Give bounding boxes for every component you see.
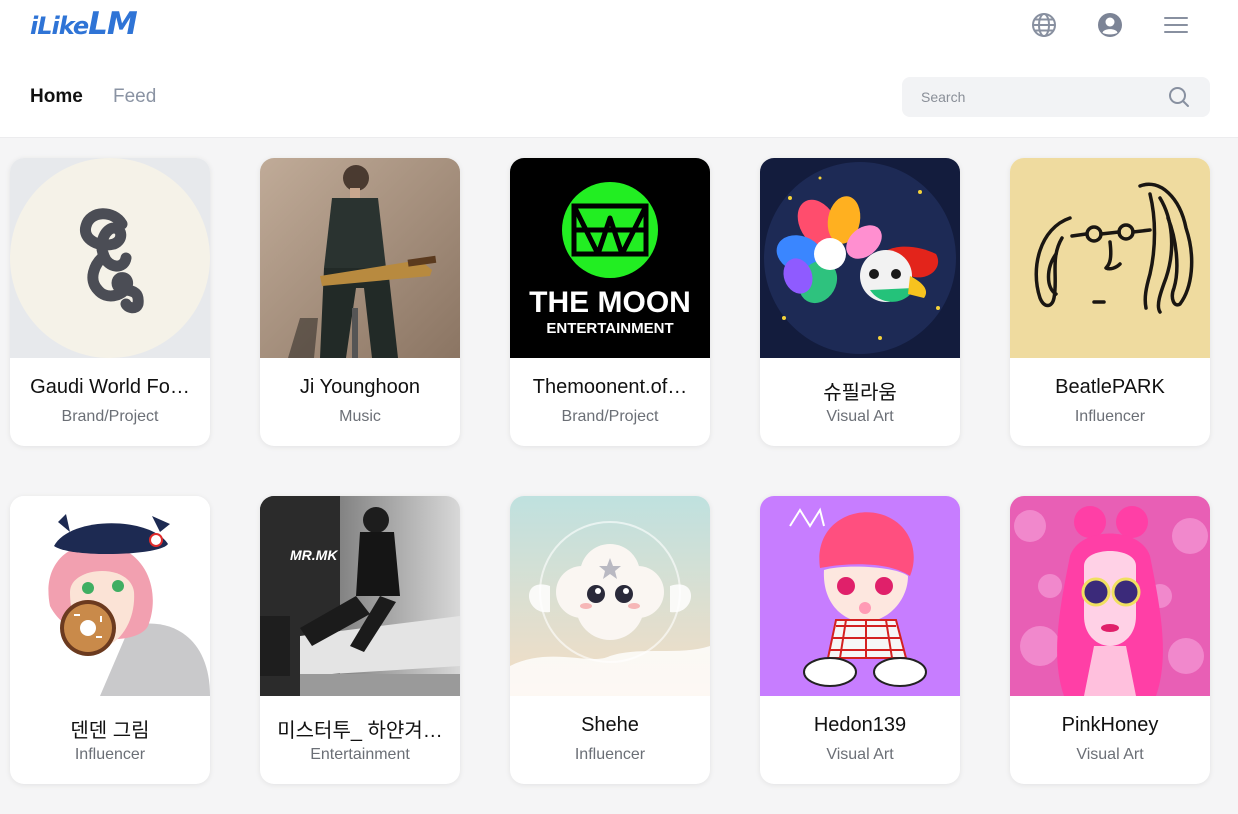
creator-card[interactable]: 슈필라움 Visual Art	[760, 158, 960, 446]
card-category: Brand/Project	[561, 408, 659, 425]
creator-card[interactable]: PinkHoney Visual Art	[1010, 496, 1210, 784]
ilikelm-logo[interactable]: iLikeLM	[30, 6, 138, 42]
card-name: 덴덴 그림	[70, 720, 150, 742]
menu-icon[interactable]	[1162, 11, 1190, 39]
globe-icon[interactable]	[1030, 11, 1058, 39]
gaudi-logo-image	[10, 158, 210, 358]
guitarist-photo	[260, 158, 460, 358]
svg-text:THE MOON: THE MOON	[529, 286, 691, 319]
creator-card[interactable]: Hedon139 Visual Art	[760, 496, 960, 784]
creator-card[interactable]: MR.MK 미스터투_ 하얀겨… Entertainment	[260, 496, 460, 784]
card-category: Visual Art	[1076, 746, 1144, 763]
creator-card[interactable]: THE MOON ENTERTAINMENT Themoonent.of… Br…	[510, 158, 710, 446]
search-icon[interactable]	[1168, 86, 1190, 108]
card-name: 미스터투_ 하얀겨…	[277, 720, 443, 742]
card-category: Influencer	[74, 746, 146, 763]
card-name: BeatlePARK	[1055, 376, 1165, 398]
card-category: Entertainment	[310, 746, 410, 763]
card-category: Influencer	[1074, 408, 1146, 425]
creator-card[interactable]: 덴덴 그림 Influencer	[10, 496, 210, 784]
creator-card[interactable]: Ji Younghoon Music	[260, 158, 460, 446]
svg-text:ENTERTAINMENT: ENTERTAINMENT	[546, 320, 673, 337]
pink-hair-girl-illustration	[1010, 496, 1210, 696]
rainbow-flower-illustration	[760, 158, 960, 358]
pink-hair-donut-illustration	[10, 496, 210, 696]
card-name: PinkHoney	[1061, 714, 1159, 736]
bw-man-phone-photo: MR.MK	[260, 496, 460, 696]
card-name: Themoonent.of…	[532, 376, 688, 398]
cute-cloud-character	[510, 496, 710, 696]
card-category: Influencer	[574, 746, 646, 763]
the-moon-logo-image: THE MOON ENTERTAINMENT	[510, 158, 710, 358]
card-category: Visual Art	[826, 746, 894, 763]
card-category: Visual Art	[826, 408, 894, 425]
creator-card[interactable]: Gaudi World Fo… Brand/Project	[10, 158, 210, 446]
card-name: 슈필라움	[823, 382, 897, 404]
card-name: Shehe	[581, 714, 639, 736]
creator-card[interactable]: BeatlePARK Influencer	[1010, 158, 1210, 446]
tab-home[interactable]: Home	[30, 86, 83, 108]
top-header: iLikeLM Home Feed	[0, 0, 1238, 138]
creator-card[interactable]: Shehe Influencer	[510, 496, 710, 784]
line-portrait-drawing	[1010, 158, 1210, 358]
tab-feed[interactable]: Feed	[113, 86, 156, 108]
svg-text:MR.MK: MR.MK	[290, 547, 338, 563]
search-bar	[902, 77, 1210, 117]
card-category: Brand/Project	[61, 408, 159, 425]
card-category: Music	[339, 408, 381, 425]
card-name: Gaudi World Fo…	[30, 376, 190, 398]
search-input[interactable]	[902, 77, 1171, 117]
pink-baby-character	[760, 496, 960, 696]
account-icon[interactable]	[1096, 11, 1124, 39]
card-name: Ji Younghoon	[299, 376, 421, 398]
card-name: Hedon139	[813, 714, 907, 736]
